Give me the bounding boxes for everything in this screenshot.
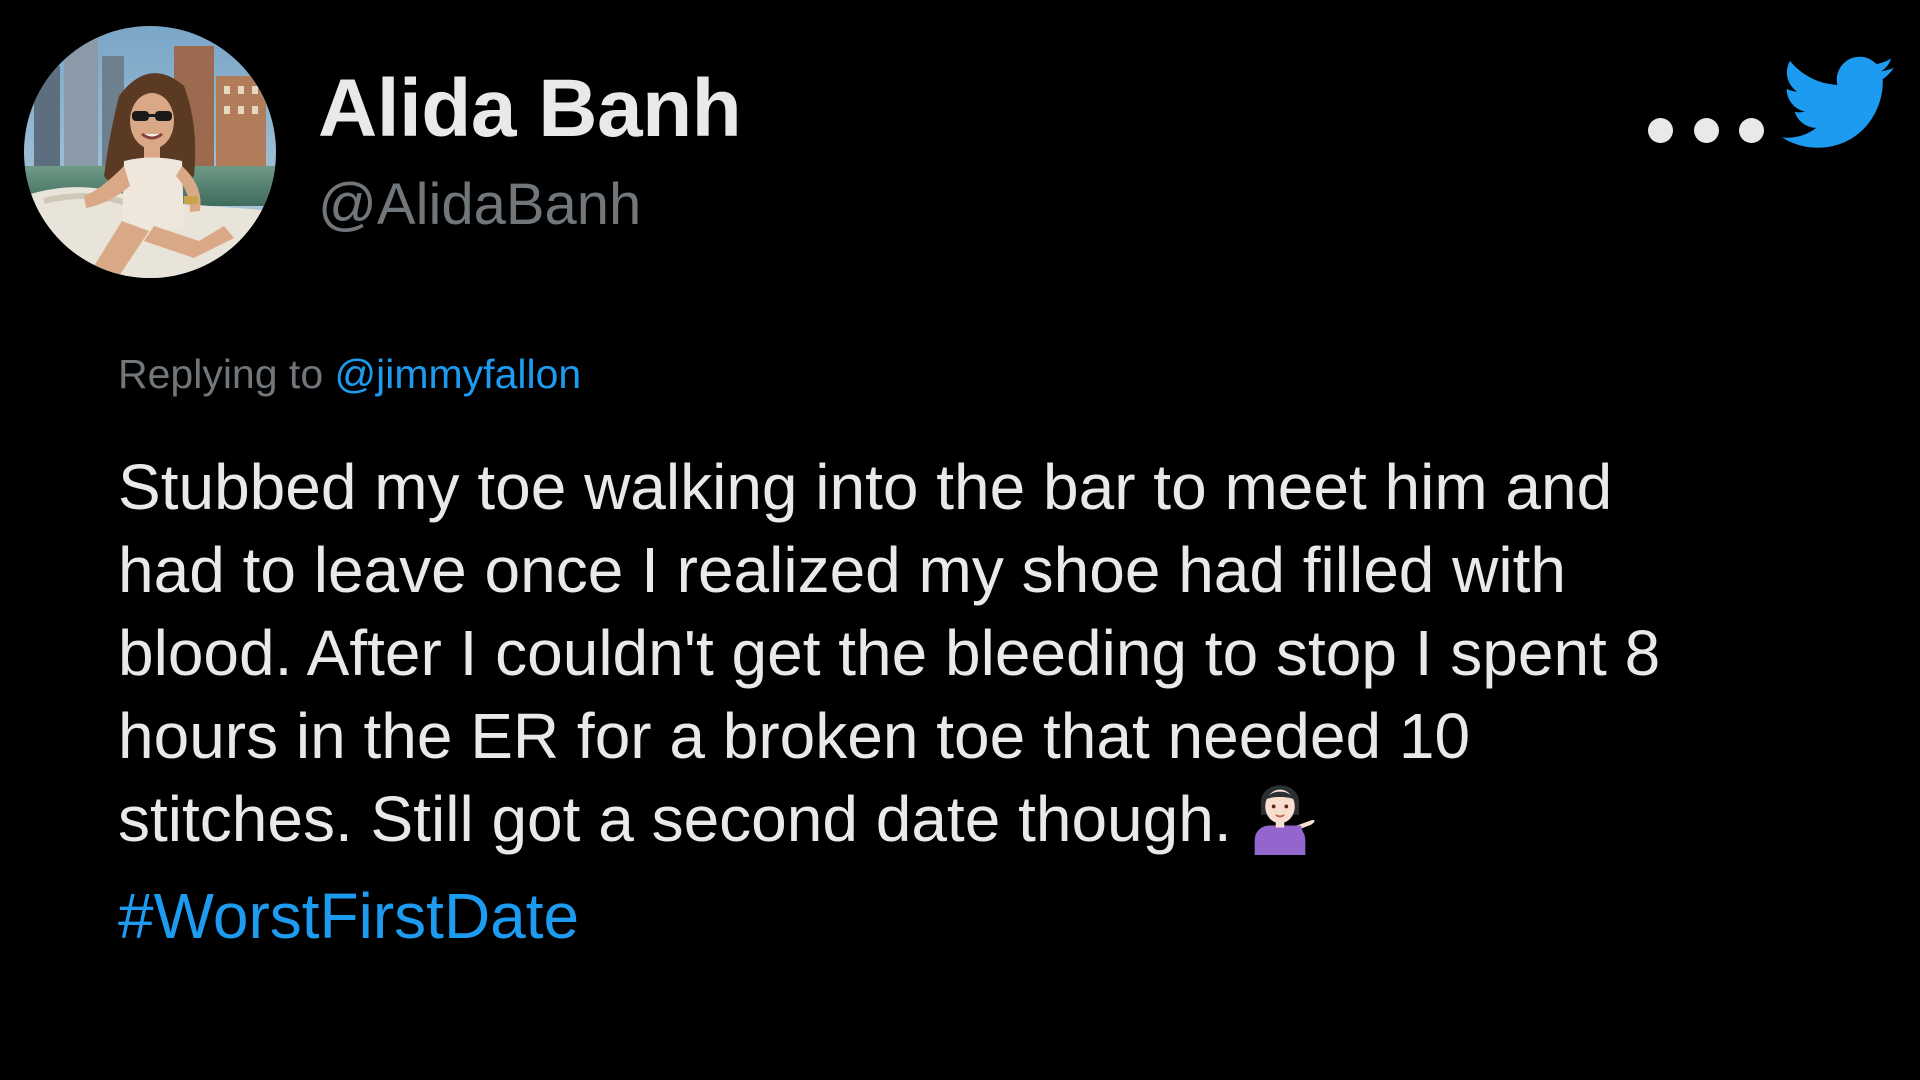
author-names: Alida Banh @AlidaBanh — [318, 68, 742, 234]
more-options-icon — [1648, 117, 1673, 143]
reply-mention-link[interactable]: @jimmyfallon — [335, 351, 582, 397]
tweet-text-line: Stubbed my toe walking into the bar to m… — [118, 451, 1613, 523]
author-display-name[interactable]: Alida Banh — [318, 68, 742, 150]
tweet-text: Stubbed my toe walking into the bar to m… — [118, 446, 1878, 958]
tweet-header: Alida Banh @AlidaBanh — [24, 26, 1896, 278]
tweet-text-line: blood. After I couldn't get the bleeding… — [118, 617, 1661, 689]
tweet-text-line-with-emoji: stitches. Still got a second date though… — [118, 778, 1878, 875]
reply-context: Replying to @jimmyfallon — [118, 350, 581, 399]
tweet-text-line: hours in the ER for a broken toe that ne… — [118, 700, 1471, 772]
twitter-bird-icon — [1782, 56, 1896, 150]
more-options-icon — [1739, 117, 1764, 143]
avatar[interactable] — [24, 26, 276, 278]
profile-photo-icon — [24, 26, 276, 278]
tweet-text-line: stitches. Still got a second date though… — [118, 783, 1232, 855]
more-options-button[interactable] — [1648, 106, 1764, 154]
hashtag-link[interactable]: #WorstFirstDate — [118, 875, 1878, 958]
tweet-text-line: had to leave once I realized my shoe had… — [118, 534, 1566, 606]
reply-context-prefix: Replying to — [118, 351, 324, 397]
more-options-icon — [1693, 117, 1719, 143]
person-tipping-hand-emoji-icon — [1242, 779, 1318, 875]
tweet-card: Alida Banh @AlidaBanh Replying to @jimmy… — [0, 0, 1920, 1080]
author-handle[interactable]: @AlidaBanh — [318, 176, 741, 234]
